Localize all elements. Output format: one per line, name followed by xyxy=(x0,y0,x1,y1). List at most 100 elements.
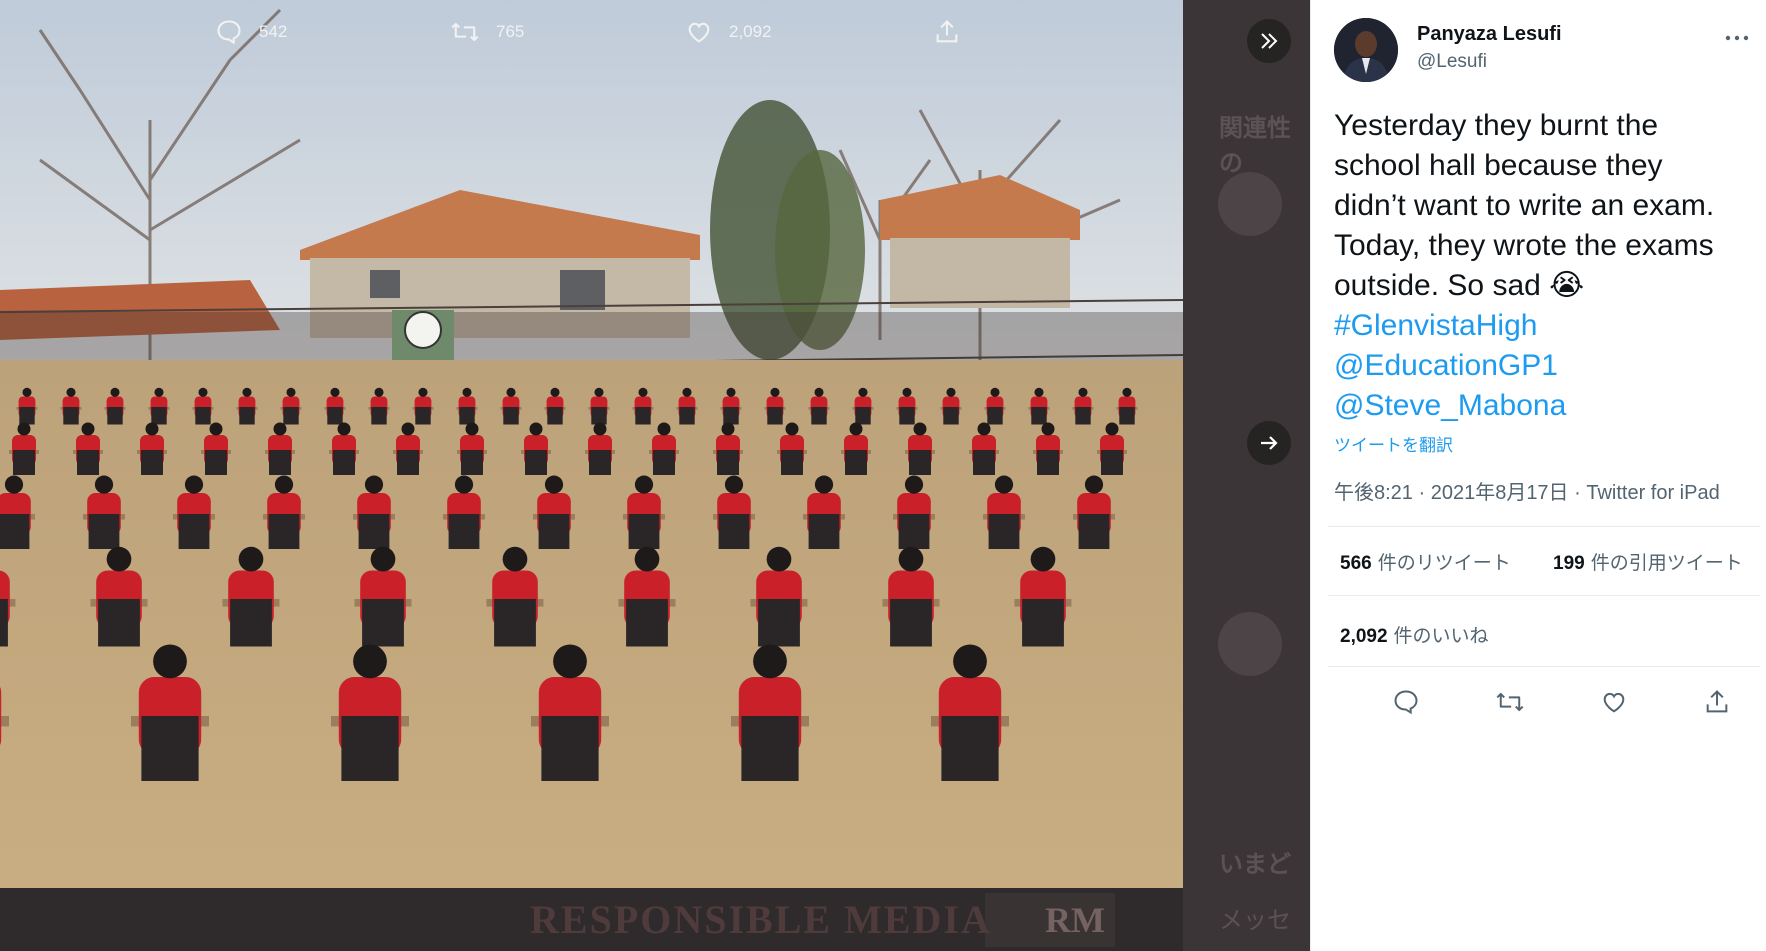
chair xyxy=(741,716,799,781)
divider xyxy=(1328,526,1760,527)
student-head xyxy=(110,387,120,397)
chair xyxy=(19,407,35,425)
student-head xyxy=(454,475,474,494)
chair xyxy=(195,407,211,425)
chair xyxy=(1037,450,1059,475)
student-head xyxy=(553,644,587,679)
student-head xyxy=(814,475,834,494)
tweet-text-line: school hall because they xyxy=(1334,149,1663,182)
chair xyxy=(628,514,660,549)
retweet-count: 566 xyxy=(1340,553,1372,574)
chair xyxy=(1075,407,1091,425)
mention-link[interactable]: @Steve_Mabona xyxy=(1334,386,1754,426)
chair xyxy=(371,407,387,425)
chair xyxy=(547,407,563,425)
chair xyxy=(855,407,871,425)
avatar-portrait xyxy=(1334,18,1398,82)
tweet-text-line: didn’t want to write an exam. xyxy=(1334,189,1715,222)
chair xyxy=(0,599,8,647)
quote-stats-link[interactable]: 199 件の引用ツイート xyxy=(1553,548,1743,575)
chair xyxy=(538,514,570,549)
retweet-stats-link[interactable]: 566 件のリツイート xyxy=(1340,548,1511,575)
student-head xyxy=(529,422,543,436)
next-image-button[interactable] xyxy=(1247,421,1291,465)
reply-button[interactable] xyxy=(1386,682,1426,722)
student-head xyxy=(353,644,387,679)
student-head xyxy=(724,475,744,494)
chair xyxy=(723,407,739,425)
student-head xyxy=(1078,387,1088,397)
chair xyxy=(415,407,431,425)
collapse-panel-button[interactable] xyxy=(1247,19,1291,63)
chair xyxy=(626,599,668,647)
student-head xyxy=(330,387,340,397)
tweet-timestamp[interactable]: 午後8:21 · 2021年8月17日 · Twitter for iPad xyxy=(1334,476,1720,505)
chair xyxy=(943,407,959,425)
chair xyxy=(781,450,803,475)
student-head xyxy=(594,387,604,397)
retweet-button[interactable] xyxy=(1490,682,1530,722)
student-head xyxy=(634,475,654,494)
chair xyxy=(77,450,99,475)
like-stats-link[interactable]: 2,092 件のいいね xyxy=(1340,621,1489,648)
chair xyxy=(845,450,867,475)
chair xyxy=(890,599,932,647)
tweet-photo[interactable] xyxy=(0,0,1183,888)
watermark-badge: RM xyxy=(985,893,1115,947)
chair xyxy=(88,514,120,549)
ghost-heading: 関連性の xyxy=(1219,115,1291,177)
student-head xyxy=(770,387,780,397)
chair xyxy=(679,407,695,425)
chair xyxy=(718,514,750,549)
ghost-avatar xyxy=(1218,172,1282,236)
student-head xyxy=(1030,546,1056,572)
student-head xyxy=(106,546,132,572)
quote-label: 件の引用ツイート xyxy=(1590,553,1743,574)
more-options-button[interactable] xyxy=(1725,22,1749,48)
student-head xyxy=(682,387,692,397)
student-head xyxy=(1084,475,1104,494)
share-button[interactable] xyxy=(1697,682,1737,722)
chair xyxy=(635,407,651,425)
retweet-icon xyxy=(1496,692,1524,712)
hashtag-link[interactable]: #GlenvistaHigh xyxy=(1334,306,1754,346)
media-reply-button[interactable]: 542 xyxy=(215,0,287,63)
chair xyxy=(205,450,227,475)
media-like-button[interactable]: 2,092 xyxy=(685,0,772,63)
chair xyxy=(811,407,827,425)
media-retweet-button[interactable]: 765 xyxy=(450,0,524,63)
display-name[interactable]: Panyaza Lesufi xyxy=(1417,23,1562,46)
student-head xyxy=(726,387,736,397)
avatar[interactable] xyxy=(1334,18,1398,82)
tweet-text: Yesterday they burnt the school hall bec… xyxy=(1334,106,1754,426)
media-share-button[interactable] xyxy=(933,0,961,63)
chair xyxy=(909,450,931,475)
student-head xyxy=(364,475,384,494)
tweet-text-line: Yesterday they burnt the xyxy=(1334,109,1659,142)
student-head xyxy=(953,644,987,679)
student-head xyxy=(4,475,24,494)
like-icon xyxy=(688,22,710,43)
student-head xyxy=(374,387,384,397)
watermark-text: RESPONSIBLE MEDIA xyxy=(530,897,992,942)
chair xyxy=(899,407,915,425)
photo-scene xyxy=(0,0,1183,888)
chair xyxy=(269,450,291,475)
like-label: 件のいいね xyxy=(1393,626,1489,647)
chair xyxy=(591,407,607,425)
student-head xyxy=(286,387,296,397)
mention-link[interactable]: @EducationGP1 xyxy=(1334,346,1754,386)
student-head xyxy=(502,546,528,572)
chair xyxy=(589,450,611,475)
translate-tweet-link[interactable]: ツイートを翻訳 xyxy=(1334,431,1453,456)
dimmed-sidebar: 関連性の いまど メッセ xyxy=(1183,0,1310,951)
chair xyxy=(239,407,255,425)
username[interactable]: @Lesufi xyxy=(1417,51,1487,73)
student-head xyxy=(544,475,564,494)
like-button[interactable] xyxy=(1594,682,1634,722)
double-chevron-right-icon xyxy=(1261,33,1278,49)
student-head xyxy=(657,422,671,436)
chair xyxy=(230,599,272,647)
media-like-count: 2,092 xyxy=(729,21,772,41)
chair xyxy=(1078,514,1110,549)
